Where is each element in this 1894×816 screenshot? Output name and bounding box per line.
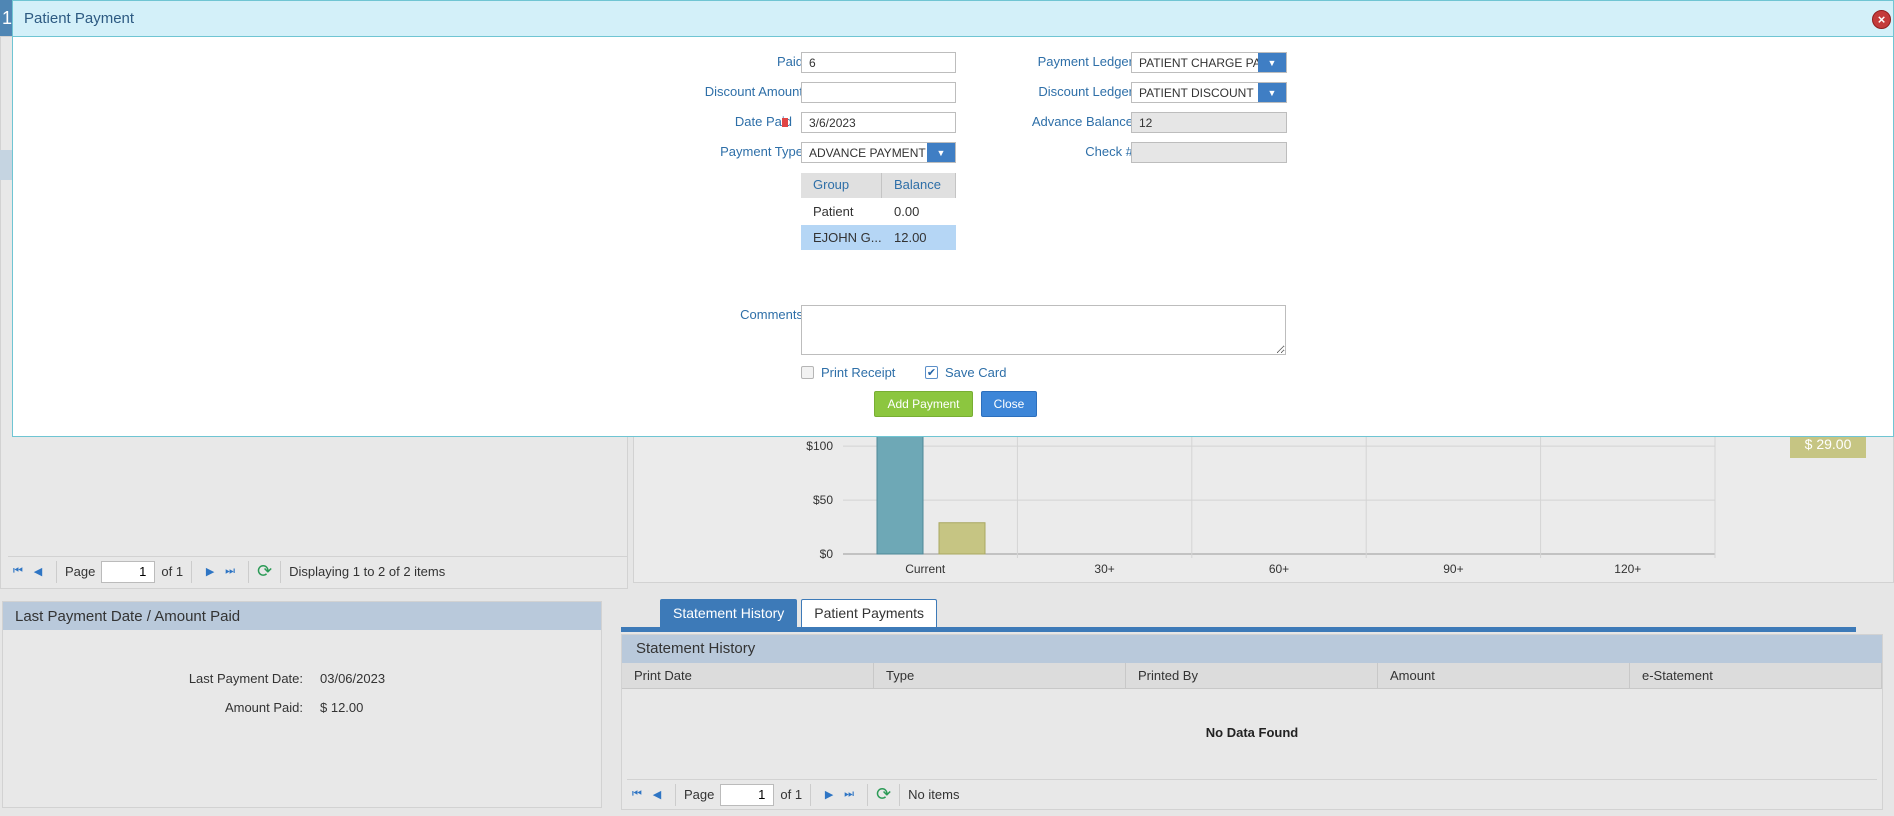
column-group[interactable]: Group <box>801 173 882 198</box>
column-e-statement[interactable]: e-Statement <box>1630 663 1882 688</box>
y-tick-label: $50 <box>813 493 833 507</box>
checkbox-unchecked-icon[interactable] <box>801 366 814 379</box>
add-payment-button[interactable]: Add Payment <box>874 391 973 417</box>
chart-bar[interactable] <box>876 430 924 555</box>
statement-history-title: Statement History <box>622 635 1882 663</box>
x-tick-label: 30+ <box>1094 562 1114 576</box>
y-tick-label: $0 <box>820 547 834 561</box>
payment-ledger-select[interactable]: PATIENT CHARGE PAY ▼ <box>1131 52 1287 73</box>
x-tick-label: 60+ <box>1269 562 1289 576</box>
left-pager: ⏮ ◀ Page of 1 ▶ ⏭ ⟳ Displaying 1 to 2 of… <box>8 556 628 586</box>
column-printed-by[interactable]: Printed By <box>1126 663 1378 688</box>
advance-balance-label: Advance Balance <box>1031 114 1133 129</box>
paid-label: Paid <box>776 54 803 69</box>
last-page-icon[interactable]: ⏭ <box>223 565 237 579</box>
table-row-selected[interactable]: EJOHN G... 12.00 <box>801 225 956 250</box>
page-label: Page <box>684 787 715 802</box>
last-payment-date-label: Last Payment Date: <box>188 671 303 686</box>
first-page-icon[interactable]: ⏮ <box>11 565 25 579</box>
history-tabs: Statement History Patient Payments <box>660 599 937 627</box>
pager-separator <box>810 783 812 806</box>
dialog-title: Patient Payment <box>13 1 1893 37</box>
x-tick-label: Current <box>905 562 946 576</box>
aging-bar-chart: $0 $50 $100 Current 30+ 60+ 90+ 120+ <box>806 430 1716 576</box>
pager-separator <box>56 560 57 583</box>
required-indicator <box>782 118 788 127</box>
next-page-icon[interactable]: ▶ <box>203 565 217 579</box>
next-page-icon[interactable]: ▶ <box>822 788 836 802</box>
discount-ledger-value: PATIENT DISCOUNT <box>1139 86 1254 100</box>
column-amount[interactable]: Amount <box>1378 663 1630 688</box>
discount-amount-label: Discount Amount <box>704 84 803 99</box>
x-tick-label: 120+ <box>1614 562 1641 576</box>
last-payment-panel: Last Payment Date / Amount Paid Last Pay… <box>2 601 602 808</box>
chevron-down-icon[interactable]: ▼ <box>1258 83 1286 102</box>
amount-paid-label: Amount Paid: <box>224 700 303 715</box>
discount-ledger-label: Discount Ledger <box>1038 84 1133 99</box>
comments-label: Comments <box>740 307 803 322</box>
group-table-header: Group Balance <box>801 173 956 198</box>
payment-type-value: ADVANCE PAYMENT <box>809 146 926 160</box>
page-of-label: of 1 <box>780 787 803 802</box>
balance-cell: 0.00 <box>894 204 920 219</box>
discount-ledger-select[interactable]: PATIENT DISCOUNT ▼ <box>1131 82 1287 103</box>
balance-cell: 12.00 <box>894 230 927 245</box>
statement-history-header-row: Print Date Type Printed By Amount e-Stat… <box>622 663 1882 689</box>
page-label: Page <box>65 564 96 579</box>
group-cell: EJOHN G... <box>813 230 882 245</box>
payment-ledger-value: PATIENT CHARGE PAY <box>1139 56 1268 70</box>
pager-separator <box>675 783 676 806</box>
advance-balance-input <box>1131 112 1287 133</box>
first-page-icon[interactable]: ⏮ <box>630 788 644 802</box>
prev-page-icon[interactable]: ◀ <box>650 788 664 802</box>
amount-paid-value: $ 12.00 <box>320 700 364 715</box>
group-cell: Patient <box>813 204 854 219</box>
payment-ledger-label: Payment Ledger <box>1037 54 1133 69</box>
table-row[interactable]: Patient 0.00 <box>801 199 956 224</box>
last-page-icon[interactable]: ⏭ <box>842 788 856 802</box>
pager-separator <box>280 560 282 583</box>
pager-display-text: Displaying 1 to 2 of 2 items <box>289 564 446 579</box>
check-number-input <box>1131 142 1287 163</box>
pager-separator <box>191 560 193 583</box>
refresh-icon[interactable]: ⟳ <box>257 561 272 582</box>
checkbox-checked-icon[interactable]: ✔ <box>925 366 938 379</box>
tab-number: 1 <box>2 8 13 28</box>
x-tick-label: 90+ <box>1443 562 1463 576</box>
date-paid-label: Date Paid <box>734 114 792 129</box>
y-tick-label: $100 <box>806 439 833 453</box>
payment-type-label: Payment Type <box>720 144 803 159</box>
column-print-date[interactable]: Print Date <box>622 663 874 688</box>
page-of-label: of 1 <box>161 564 184 579</box>
tab-underline <box>621 627 1856 632</box>
save-card-checkbox[interactable]: ✔ Save Card <box>925 365 1006 380</box>
tab-patient-payments[interactable]: Patient Payments <box>801 599 937 627</box>
group-balance-table: Group Balance Patient 0.00 EJOHN G... 12… <box>801 173 956 250</box>
pager-separator <box>867 783 869 806</box>
last-payment-title: Last Payment Date / Amount Paid <box>3 602 601 630</box>
chart-bar[interactable] <box>938 522 986 555</box>
save-card-label: Save Card <box>945 365 1007 380</box>
pager-separator <box>899 783 901 806</box>
prev-page-icon[interactable]: ◀ <box>31 565 45 579</box>
close-icon[interactable]: × <box>1872 10 1891 29</box>
print-receipt-checkbox[interactable]: Print Receipt <box>801 365 895 380</box>
tab-statement-history[interactable]: Statement History <box>660 599 798 627</box>
pager-separator <box>248 560 250 583</box>
chevron-down-icon[interactable]: ▼ <box>1258 53 1286 72</box>
comments-textarea[interactable] <box>801 305 1286 355</box>
print-receipt-label: Print Receipt <box>821 365 896 380</box>
column-type[interactable]: Type <box>874 663 1126 688</box>
page-number-input[interactable] <box>720 783 775 806</box>
column-balance[interactable]: Balance <box>882 173 956 198</box>
check-number-label: Check # <box>1085 144 1133 159</box>
last-payment-date-value: 03/06/2023 <box>320 671 386 686</box>
patient-payment-dialog: Patient Payment × Paid Discount Amount D… <box>12 0 1894 437</box>
no-data-message: No Data Found <box>1205 725 1299 740</box>
page-number-input[interactable] <box>101 560 156 583</box>
statement-pager: ⏮ ◀ Page of 1 ▶ ⏭ ⟳ No items <box>627 779 1877 809</box>
pager-display-text: No items <box>908 787 960 802</box>
refresh-icon[interactable]: ⟳ <box>876 784 891 805</box>
close-button[interactable]: Close <box>981 391 1037 417</box>
